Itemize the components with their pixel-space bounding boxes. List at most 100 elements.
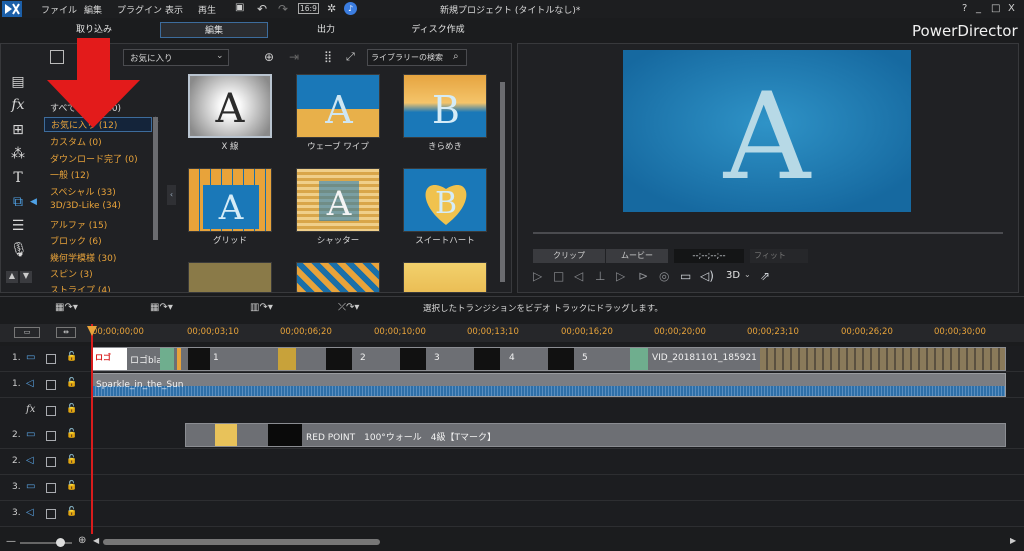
category-stripe[interactable]: ストライプ (4)	[50, 283, 111, 292]
grid-view-icon[interactable]: ⣿	[324, 50, 332, 63]
thumb-partial-1[interactable]	[188, 262, 272, 292]
pip-room-icon[interactable]: ⊞	[10, 122, 26, 138]
scroll-up-icon[interactable]: ▲	[6, 271, 18, 283]
particle-room-icon[interactable]: ⁂	[10, 146, 26, 162]
category-spin[interactable]: スピン (3)	[50, 267, 93, 280]
thumb-sparkle[interactable]: B	[403, 74, 487, 138]
clip-name[interactable]: VID_20181101_185921	[652, 353, 757, 363]
timecode-display[interactable]: --;--;--;--	[674, 249, 744, 263]
mark-in-icon[interactable]: ⊥	[595, 269, 605, 283]
track-manager-icon[interactable]: ▭	[14, 327, 40, 338]
lock-icon[interactable]: 🔓	[66, 455, 77, 465]
track-enable-checkbox[interactable]	[46, 509, 56, 519]
effect-room-icon[interactable]: fx	[10, 97, 26, 113]
notification-icon[interactable]: ♪	[344, 2, 357, 15]
save-icon[interactable]: ▣	[235, 2, 249, 16]
voice-record-icon[interactable]: 🎙	[10, 242, 28, 258]
thumb-partial-3[interactable]	[403, 262, 487, 292]
media-room-icon[interactable]: ▤	[10, 74, 26, 90]
transition-marker[interactable]	[177, 348, 181, 370]
thumb-grid[interactable]: A	[188, 168, 272, 232]
clip-name[interactable]: Sparkle_in_the_Sun	[96, 380, 184, 390]
thumb-xray[interactable]: A	[188, 74, 272, 138]
menu-file[interactable]: ファイル	[41, 3, 77, 16]
clip-name[interactable]: 4	[509, 353, 515, 363]
stop-icon[interactable]: □	[553, 269, 564, 283]
lock-icon[interactable]: 🔓	[66, 404, 77, 414]
track-enable-checkbox[interactable]	[46, 483, 56, 493]
library-search-input[interactable]: ライブラリーの検索 ⌕	[367, 49, 467, 66]
postfix-transition-icon[interactable]: ▦↷▾	[150, 302, 173, 313]
search-icon[interactable]: ⌕	[453, 51, 459, 62]
grid-scrollbar[interactable]	[500, 82, 505, 282]
track-enable-checkbox[interactable]	[46, 354, 56, 364]
settings-icon[interactable]: ✲	[327, 2, 341, 16]
lock-icon[interactable]: 🔓	[66, 481, 77, 491]
clip-name[interactable]: 5	[582, 353, 588, 363]
undo-icon[interactable]: ↶	[257, 2, 271, 16]
fit-timeline-icon[interactable]: ⇹	[56, 327, 76, 338]
track-enable-checkbox[interactable]	[46, 406, 56, 416]
snapshot-icon[interactable]: ◎	[659, 269, 669, 283]
category-custom[interactable]: カスタム (0)	[50, 135, 102, 148]
transition-marker[interactable]	[630, 348, 648, 370]
prefix-transition-icon[interactable]: ▦↷▾	[55, 302, 78, 313]
play-icon[interactable]: ▷	[533, 269, 542, 283]
tab-output[interactable]: 出力	[272, 22, 380, 38]
menu-play[interactable]: 再生	[198, 3, 216, 16]
prev-frame-icon[interactable]: ◁	[574, 269, 583, 283]
volume-icon[interactable]: ◁)	[700, 269, 714, 283]
aspect-ratio-button[interactable]: 16:9	[298, 3, 319, 14]
thumb-partial-2[interactable]	[296, 262, 380, 292]
transition-marker[interactable]	[278, 348, 296, 370]
undock-icon[interactable]: ⇗	[760, 269, 770, 283]
clip-name[interactable]: RED POINT 100°ウォール 4級【Tマーク】	[306, 430, 496, 443]
clip-name[interactable]: 2	[360, 353, 366, 363]
preview-scrubber[interactable]	[533, 232, 1003, 234]
menu-plugin[interactable]: プラグイン	[117, 3, 162, 16]
resize-icon[interactable]: ⤢	[346, 50, 355, 64]
chevron-down-icon[interactable]: ⌄	[744, 270, 751, 279]
zoom-in-icon[interactable]: ⊕	[78, 535, 86, 546]
lock-icon[interactable]: 🔓	[66, 352, 77, 362]
movie-mode-button[interactable]: ムービー	[606, 249, 668, 263]
maximize-button[interactable]: □	[991, 3, 1000, 14]
zoom-slider-thumb[interactable]	[56, 538, 65, 547]
audio-clip[interactable]	[92, 373, 1006, 397]
category-alpha[interactable]: アルファ (15)	[50, 218, 107, 231]
thumb-sweetheart[interactable]: B	[403, 168, 487, 232]
scroll-down-icon[interactable]: ▼	[20, 271, 32, 283]
lock-icon[interactable]: 🔓	[66, 507, 77, 517]
add-to-library-icon[interactable]: ⊕	[264, 50, 274, 64]
track-enable-checkbox[interactable]	[46, 457, 56, 467]
scroll-left-icon[interactable]: ◀	[93, 536, 99, 545]
thumb-shutter[interactable]: A	[296, 168, 380, 232]
lock-icon[interactable]: 🔓	[66, 378, 77, 388]
subtitle-icon[interactable]: ▭	[680, 269, 691, 283]
collapse-panel-icon[interactable]: ‹	[167, 185, 176, 205]
redo-icon[interactable]: ↷	[278, 2, 292, 16]
thumb-wave-wipe[interactable]: A	[296, 74, 380, 138]
audio-mix-icon[interactable]: ☰	[10, 218, 26, 234]
menu-edit[interactable]: 編集	[84, 3, 102, 16]
category-general[interactable]: 一般 (12)	[50, 168, 89, 181]
tab-disc[interactable]: ディスク作成	[384, 22, 492, 38]
category-block[interactable]: ブロック (6)	[50, 234, 102, 247]
clip-name[interactable]: 1	[213, 353, 219, 363]
title-room-icon[interactable]: T	[10, 170, 26, 186]
transition-room-icon[interactable]: ⧉	[10, 194, 26, 210]
tab-capture[interactable]: 取り込み	[40, 22, 148, 38]
export-icon[interactable]: ⇥	[289, 50, 299, 64]
track-enable-checkbox[interactable]	[46, 380, 56, 390]
zoom-out-icon[interactable]: —	[6, 536, 16, 547]
3d-toggle[interactable]: 3D	[726, 270, 740, 281]
clip-name[interactable]: 3	[434, 353, 440, 363]
transition-marker[interactable]	[160, 348, 174, 370]
category-geometric[interactable]: 幾何学模様 (30)	[50, 251, 116, 264]
menu-view[interactable]: 表示	[165, 3, 183, 16]
category-special[interactable]: スペシャル (33)	[50, 185, 116, 198]
fast-forward-icon[interactable]: ⊳	[638, 269, 648, 283]
playhead[interactable]	[91, 324, 93, 536]
track-enable-checkbox[interactable]	[46, 431, 56, 441]
tab-edit[interactable]: 編集	[160, 22, 268, 38]
